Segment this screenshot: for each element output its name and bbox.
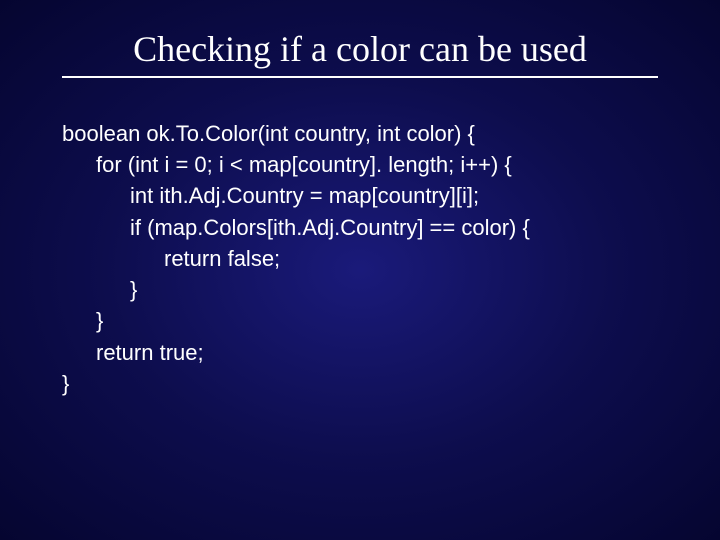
code-block: boolean ok.To.Color(int country, int col…: [62, 118, 680, 399]
code-line: }: [62, 305, 680, 336]
title-underline: [62, 76, 658, 78]
code-line: for (int i = 0; i < map[country]. length…: [62, 149, 680, 180]
code-line: return false;: [62, 243, 680, 274]
code-line: }: [62, 368, 680, 399]
code-line: if (map.Colors[ith.Adj.Country] == color…: [62, 212, 680, 243]
slide-title: Checking if a color can be used: [0, 28, 720, 70]
code-line: return true;: [62, 337, 680, 368]
code-line: }: [62, 274, 680, 305]
code-line: int ith.Adj.Country = map[country][i];: [62, 180, 680, 211]
code-line: boolean ok.To.Color(int country, int col…: [62, 118, 680, 149]
